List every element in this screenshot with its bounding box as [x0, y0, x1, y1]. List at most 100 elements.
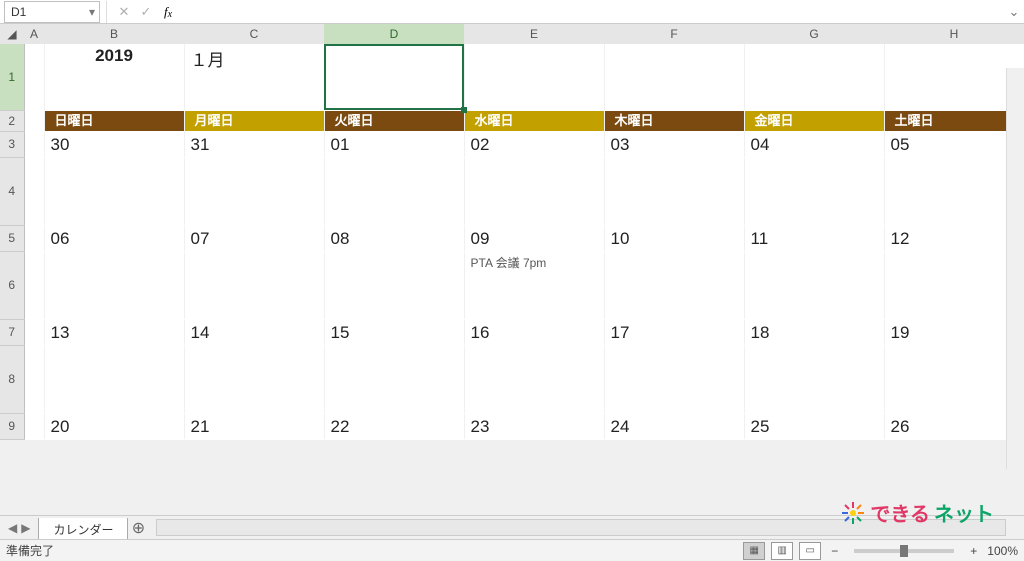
col-header-selected[interactable]: D — [324, 24, 464, 44]
row-header[interactable]: 4 — [0, 157, 24, 225]
col-header[interactable]: A — [24, 24, 44, 44]
day-header[interactable]: 水曜日 — [464, 110, 604, 131]
insert-function-icon[interactable] — [157, 1, 179, 23]
event-cell[interactable] — [884, 157, 1024, 225]
event-cell[interactable] — [604, 345, 744, 413]
event-cell[interactable] — [744, 345, 884, 413]
calendar-month[interactable]: １月 — [184, 44, 324, 110]
horizontal-scrollbar[interactable] — [156, 519, 1006, 536]
date-cell[interactable]: 16 — [464, 319, 604, 345]
date-cell[interactable]: 31 — [184, 131, 324, 157]
date-cell[interactable]: 20 — [44, 413, 184, 439]
event-cell[interactable] — [604, 251, 744, 319]
event-cell[interactable] — [184, 345, 324, 413]
sheet-nav-prev-icon[interactable]: ◀ — [8, 521, 17, 535]
sheet-tab-active[interactable]: カレンダー — [38, 518, 128, 539]
row-header[interactable]: 1 — [0, 44, 24, 110]
cell[interactable] — [24, 44, 44, 110]
zoom-in-icon[interactable]: + — [966, 544, 981, 558]
date-cell[interactable]: 07 — [184, 225, 324, 251]
zoom-out-icon[interactable]: − — [827, 544, 842, 558]
event-cell[interactable] — [324, 251, 464, 319]
day-header[interactable]: 金曜日 — [744, 110, 884, 131]
col-header[interactable]: H — [884, 24, 1024, 44]
date-cell[interactable]: 23 — [464, 413, 604, 439]
date-cell[interactable]: 25 — [744, 413, 884, 439]
date-cell[interactable]: 19 — [884, 319, 1024, 345]
day-header[interactable]: 土曜日 — [884, 110, 1024, 131]
date-cell[interactable]: 05 — [884, 131, 1024, 157]
event-cell[interactable] — [884, 345, 1024, 413]
formula-input[interactable] — [179, 1, 1004, 23]
col-header[interactable]: F — [604, 24, 744, 44]
cell[interactable] — [24, 157, 44, 225]
expand-formula-bar-icon[interactable]: ⌄ — [1004, 1, 1024, 23]
date-cell[interactable]: 09 — [464, 225, 604, 251]
date-cell[interactable]: 11 — [744, 225, 884, 251]
col-header[interactable]: B — [44, 24, 184, 44]
date-cell[interactable]: 21 — [184, 413, 324, 439]
row-header[interactable]: 6 — [0, 251, 24, 319]
sheet-nav-next-icon[interactable]: ▶ — [21, 521, 30, 535]
date-cell[interactable]: 01 — [324, 131, 464, 157]
event-cell[interactable] — [464, 157, 604, 225]
cell[interactable] — [24, 131, 44, 157]
event-cell[interactable] — [884, 251, 1024, 319]
date-cell[interactable]: 03 — [604, 131, 744, 157]
row-header[interactable]: 2 — [0, 110, 24, 131]
date-cell[interactable]: 10 — [604, 225, 744, 251]
date-cell[interactable]: 18 — [744, 319, 884, 345]
view-normal-icon[interactable]: ▦ — [743, 542, 765, 560]
row-header[interactable]: 7 — [0, 319, 24, 345]
date-cell[interactable]: 17 — [604, 319, 744, 345]
date-cell[interactable]: 12 — [884, 225, 1024, 251]
event-cell[interactable] — [464, 345, 604, 413]
name-box[interactable]: D1 ▾ — [4, 1, 100, 23]
cell[interactable] — [24, 413, 44, 439]
select-all-corner[interactable]: ◢ — [0, 24, 24, 44]
date-cell[interactable]: 06 — [44, 225, 184, 251]
event-cell[interactable]: PTA 会議 7pm — [464, 251, 604, 319]
event-cell[interactable] — [604, 157, 744, 225]
view-page-layout-icon[interactable]: ▥ — [771, 542, 793, 560]
col-header[interactable]: E — [464, 24, 604, 44]
date-cell[interactable]: 26 — [884, 413, 1024, 439]
event-cell[interactable] — [184, 157, 324, 225]
cell[interactable] — [24, 225, 44, 251]
sheet-nav[interactable]: ◀ ▶ — [0, 516, 38, 539]
date-cell[interactable]: 14 — [184, 319, 324, 345]
date-cell[interactable]: 30 — [44, 131, 184, 157]
cell[interactable] — [24, 110, 44, 131]
day-header[interactable]: 日曜日 — [44, 110, 184, 131]
date-cell[interactable]: 22 — [324, 413, 464, 439]
cell[interactable] — [744, 44, 884, 110]
event-cell[interactable] — [44, 157, 184, 225]
cell[interactable] — [604, 44, 744, 110]
zoom-level[interactable]: 100% — [987, 544, 1018, 558]
row-header[interactable]: 5 — [0, 225, 24, 251]
vertical-scrollbar[interactable] — [1006, 68, 1024, 469]
column-header-row[interactable]: ◢ A B C D E F G H — [0, 24, 1024, 44]
cell[interactable] — [464, 44, 604, 110]
event-cell[interactable] — [184, 251, 324, 319]
col-header[interactable]: G — [744, 24, 884, 44]
cell[interactable] — [24, 251, 44, 319]
col-header[interactable]: C — [184, 24, 324, 44]
date-cell[interactable]: 04 — [744, 131, 884, 157]
date-cell[interactable]: 13 — [44, 319, 184, 345]
grid[interactable]: ◢ A B C D E F G H 1 2019 １月 — [0, 24, 1024, 440]
event-cell[interactable] — [324, 157, 464, 225]
row-header[interactable]: 8 — [0, 345, 24, 413]
add-sheet-button[interactable]: ⊕ — [128, 516, 148, 539]
event-cell[interactable] — [324, 345, 464, 413]
calendar-year[interactable]: 2019 — [44, 44, 184, 110]
event-cell[interactable] — [44, 345, 184, 413]
date-cell[interactable]: 15 — [324, 319, 464, 345]
cell-d1-selected[interactable] — [324, 44, 464, 110]
view-page-break-icon[interactable]: ▭ — [799, 542, 821, 560]
row-header[interactable]: 9 — [0, 413, 24, 439]
worksheet-area[interactable]: ◢ A B C D E F G H 1 2019 １月 — [0, 24, 1024, 515]
event-cell[interactable] — [744, 251, 884, 319]
day-header[interactable]: 火曜日 — [324, 110, 464, 131]
name-box-dropdown-icon[interactable]: ▾ — [89, 5, 95, 19]
